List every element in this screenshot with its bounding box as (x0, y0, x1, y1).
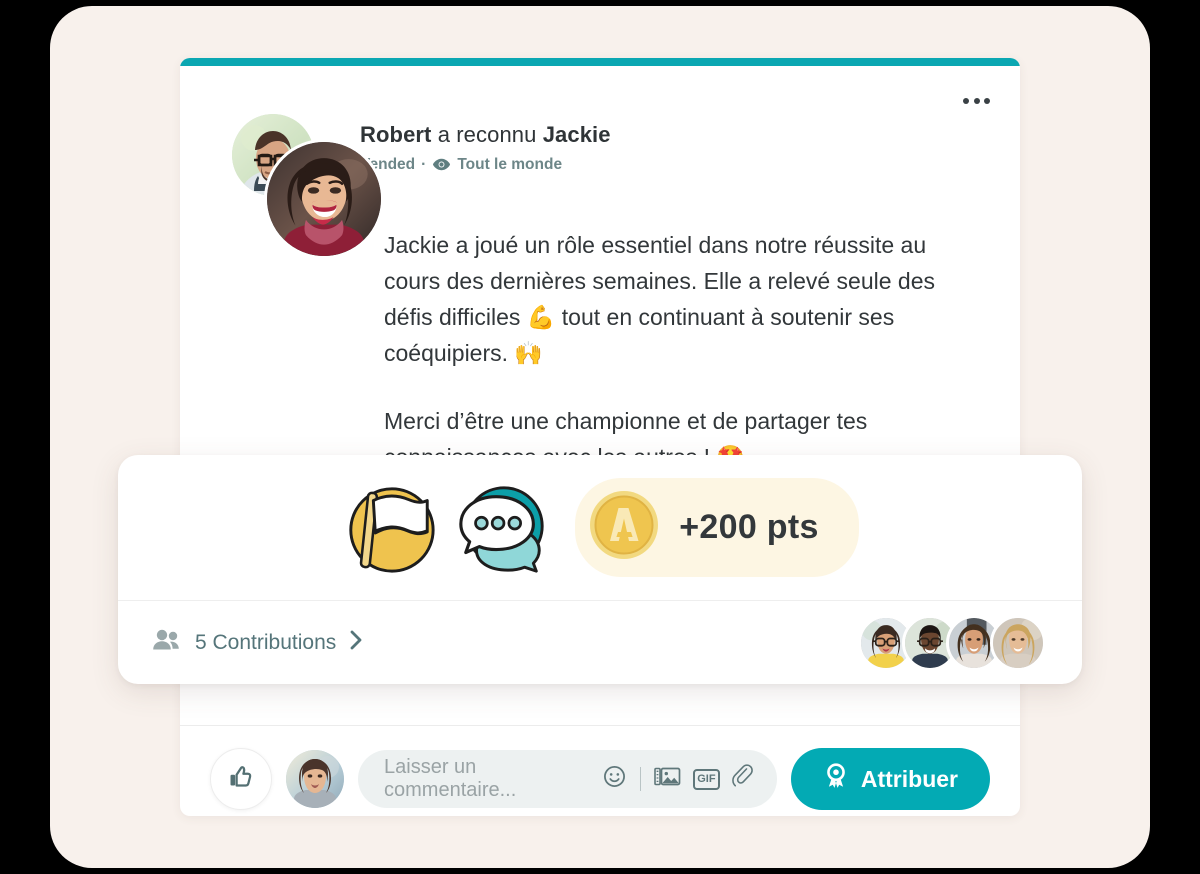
badges-row: +200 pts (118, 455, 1082, 600)
recognition-post-card: Robert a reconnu Jackie Vended · Tout le… (180, 58, 1020, 816)
subtitle-separator: · (421, 155, 427, 173)
post-verb: a reconnu (431, 122, 543, 147)
more-dot (973, 98, 980, 104)
current-user-avatar-photo (286, 750, 344, 808)
points-coin-icon (587, 488, 661, 567)
eye-icon (432, 155, 451, 174)
post-title: Robert a reconnu Jackie (360, 122, 611, 148)
award-button-label: Attribuer (860, 765, 958, 792)
post-paragraph: Jackie a joué un rôle essentiel dans not… (384, 232, 936, 366)
post-actor-name: Robert (360, 122, 432, 147)
contributions-link[interactable]: 5 Contributions (152, 628, 363, 657)
gif-icon[interactable]: GIF (692, 768, 720, 790)
post-more-options-button[interactable] (963, 98, 990, 104)
badges-floating-card: +200 pts 5 Contributions (118, 455, 1082, 684)
people-icon (152, 628, 182, 657)
avatar-pair (208, 92, 384, 259)
post-target-name: Jackie (542, 122, 611, 147)
more-dot (984, 98, 990, 104)
post-subtitle: Vended · Tout le monde (360, 155, 611, 174)
receiver-avatar-photo (267, 142, 381, 256)
award-medal-icon (823, 762, 849, 796)
speech-bubble-badge-icon[interactable] (453, 479, 551, 577)
post-header: Robert a reconnu Jackie Vended · Tout le… (180, 66, 1020, 259)
card-accent-bar (180, 58, 1020, 66)
screenshot-stage: Robert a reconnu Jackie Vended · Tout le… (0, 0, 1200, 874)
chevron-right-icon (349, 629, 363, 656)
image-icon[interactable] (654, 765, 682, 794)
thumbs-up-icon (226, 762, 256, 797)
contributor-avatars (858, 614, 1046, 671)
composer-tools: GIF (602, 763, 755, 795)
current-user-avatar[interactable] (286, 750, 344, 808)
comment-placeholder: Laisser un commentaire... (384, 756, 517, 801)
post-visibility-label: Tout le monde (457, 155, 563, 173)
flag-badge-icon[interactable] (341, 479, 439, 577)
contributions-label: 5 Contributions (195, 630, 337, 654)
emoji-icon[interactable] (602, 764, 627, 794)
receiver-avatar[interactable] (264, 139, 384, 259)
like-button[interactable] (210, 748, 272, 810)
attachment-icon[interactable] (731, 763, 755, 795)
tools-divider (639, 767, 641, 791)
points-label: +200 pts (679, 508, 819, 546)
points-pill: +200 pts (575, 478, 859, 577)
comment-composer: Laisser un commentaire... GIF Attribuer (180, 726, 1020, 816)
more-dot (963, 98, 969, 104)
contributor-avatar[interactable] (990, 614, 1046, 671)
comment-input[interactable]: Laisser un commentaire... GIF (358, 750, 777, 808)
award-button[interactable]: Attribuer (790, 748, 990, 810)
post-header-text: Robert a reconnu Jackie Vended · Tout le… (360, 92, 611, 217)
contributions-row: 5 Contributions (118, 601, 1082, 684)
